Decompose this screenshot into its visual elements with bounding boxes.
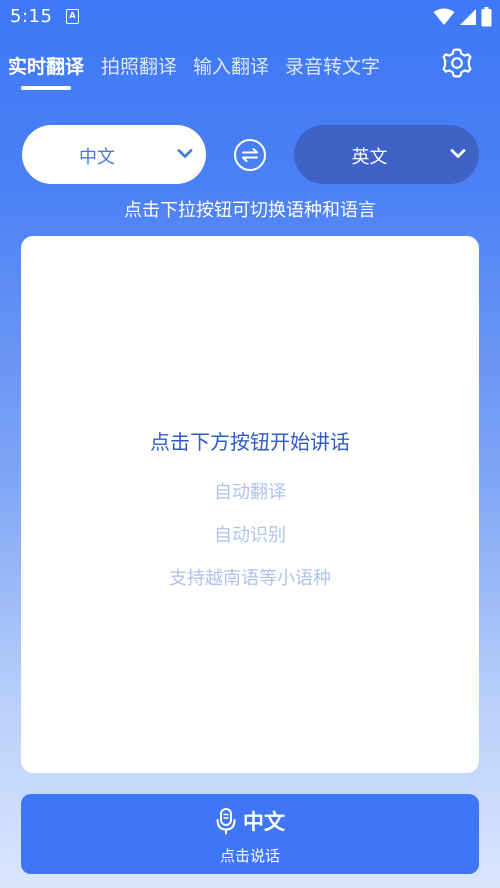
tab-realtime-translate[interactable]: 实时翻译 (8, 52, 84, 79)
chevron-down-icon (177, 149, 193, 158)
speak-button-label: 点击说话 (219, 847, 280, 865)
active-tab-indicator (21, 86, 71, 90)
target-language-dropdown[interactable]: 英文 (294, 125, 479, 184)
chevron-down-icon (450, 149, 466, 158)
feature-auto-translate: 自动翻译 (214, 482, 286, 503)
speak-language-label: 中文 (243, 810, 285, 834)
tab-input-translate[interactable]: 输入翻译 (193, 52, 269, 79)
card-prompt: 点击下方按钮开始讲话 (150, 430, 350, 454)
tab-bar: 实时翻译 拍照翻译 输入翻译 录音转文字 (0, 48, 500, 92)
target-language-label: 英文 (351, 147, 388, 168)
swap-icon (234, 139, 266, 171)
source-language-label: 中文 (79, 147, 115, 168)
speak-button[interactable]: 中文 点击说话 (21, 794, 479, 874)
translation-card: 点击下方按钮开始讲话 自动翻译 自动识别 支持越南语等小语种 (21, 236, 479, 773)
source-language-dropdown[interactable]: 中文 (22, 125, 206, 184)
status-bar: 5:15 A (0, 0, 500, 34)
tab-photo-translate[interactable]: 拍照翻译 (101, 52, 177, 79)
wifi-icon (433, 8, 455, 25)
settings-button[interactable] (440, 46, 474, 80)
status-time: 5:15 (10, 6, 53, 27)
language-switch-hint: 点击下拉按钮可切换语种和语言 (124, 200, 376, 221)
tab-recording-to-text[interactable]: 录音转文字 (285, 52, 380, 79)
feature-minor-languages: 支持越南语等小语种 (169, 568, 331, 589)
microphone-icon (216, 808, 236, 835)
feature-auto-detect: 自动识别 (214, 525, 286, 546)
status-icons (433, 7, 492, 27)
app-notification-icon: A (66, 9, 79, 24)
gear-icon (442, 48, 472, 78)
battery-icon (481, 7, 492, 27)
speak-button-header: 中文 (21, 806, 479, 836)
swap-languages-button[interactable] (233, 138, 267, 172)
cellular-signal-icon (460, 9, 476, 25)
